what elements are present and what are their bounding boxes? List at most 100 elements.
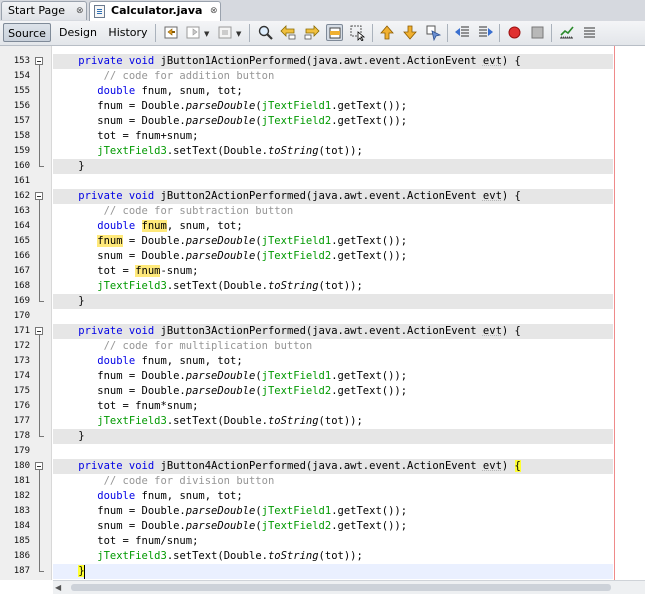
- line-number: 185: [13, 536, 30, 546]
- scroll-left-arrow-icon[interactable]: ◀: [55, 583, 61, 592]
- line-number: 162: [13, 191, 30, 201]
- code-line[interactable]: snum = Double.parseDouble(jTextField2.ge…: [53, 114, 613, 129]
- tab-calculator-java[interactable]: Calculator.java ⊗: [89, 1, 221, 22]
- previous-bookmark-icon[interactable]: [379, 24, 396, 41]
- code-line[interactable]: jTextField3.setText(Double.toString(tot)…: [53, 549, 613, 564]
- code-line[interactable]: private void jButton2ActionPerformed(jav…: [53, 189, 613, 204]
- line-number: 159: [13, 146, 30, 156]
- toolbar-separator: [499, 24, 500, 42]
- tab-start-page[interactable]: Start Page ⊗: [1, 1, 87, 20]
- toggle-bookmark-icon[interactable]: [425, 24, 442, 42]
- line-number: 155: [13, 86, 30, 96]
- line-number-gutter[interactable]: 153 154 155 156 157 158 159 160 161 162 163 164 165 1…: [0, 46, 52, 580]
- find-next-icon[interactable]: [303, 24, 320, 41]
- line-number: 157: [13, 116, 30, 126]
- fold-collapse-icon[interactable]: [35, 327, 43, 335]
- find-previous-icon[interactable]: [280, 24, 297, 41]
- editor-tab-bar: Start Page ⊗ Calculator.java ⊗: [0, 0, 645, 22]
- toolbar-separator: [249, 24, 250, 42]
- code-line[interactable]: double fnum, snum, tot;: [53, 219, 613, 234]
- forward-icon[interactable]: [185, 24, 202, 41]
- code-line[interactable]: [53, 174, 613, 189]
- history-view-button[interactable]: History: [105, 23, 151, 42]
- tab-start-page-label: Start Page: [8, 4, 65, 17]
- select-icon[interactable]: [349, 24, 366, 42]
- toolbar-separator: [551, 24, 552, 42]
- code-line[interactable]: double fnum, snum, tot;: [53, 84, 613, 99]
- code-line[interactable]: jTextField3.setText(Double.toString(tot)…: [53, 414, 613, 429]
- line-number: 170: [13, 311, 30, 321]
- code-line[interactable]: fnum = Double.parseDouble(jTextField1.ge…: [53, 504, 613, 519]
- code-line[interactable]: double fnum, snum, tot;: [53, 354, 613, 369]
- line-number: 163: [13, 206, 30, 216]
- horizontal-scroll-thumb[interactable]: [71, 584, 611, 591]
- horizontal-scrollbar[interactable]: ◀: [53, 580, 645, 594]
- next-bookmark-icon[interactable]: [402, 24, 419, 41]
- shift-right-icon[interactable]: [477, 24, 494, 41]
- fold-guide-line: [39, 200, 40, 296]
- fold-end-marker: [39, 431, 44, 437]
- code-line[interactable]: }: [53, 429, 613, 444]
- code-line[interactable]: }: [53, 294, 613, 309]
- fold-collapse-icon[interactable]: [35, 192, 43, 200]
- code-line[interactable]: fnum = Double.parseDouble(jTextField1.ge…: [53, 369, 613, 384]
- code-line[interactable]: private void jButton4ActionPerformed(jav…: [53, 459, 613, 474]
- toolbar-separator: [372, 24, 373, 42]
- line-number: 169: [13, 296, 30, 306]
- code-line[interactable]: jTextField3.setText(Double.toString(tot)…: [53, 279, 613, 294]
- line-number: 160: [13, 161, 30, 171]
- tab-calculator-java-close-icon[interactable]: ⊗: [210, 2, 218, 20]
- design-view-button[interactable]: Design: [55, 23, 101, 42]
- code-line[interactable]: }: [53, 564, 613, 579]
- toolbar-separator: [155, 24, 156, 42]
- code-line[interactable]: [53, 444, 613, 459]
- comment-icon[interactable]: [581, 24, 598, 41]
- record-macro-icon[interactable]: [506, 24, 523, 41]
- fold-collapse-icon[interactable]: [35, 57, 43, 65]
- code-line[interactable]: private void jButton3ActionPerformed(jav…: [53, 324, 613, 339]
- code-line[interactable]: fnum = Double.parseDouble(jTextField1.ge…: [53, 234, 613, 249]
- fold-end-marker: [39, 161, 44, 167]
- code-editor[interactable]: private void jButton1ActionPerformed(jav…: [53, 46, 645, 580]
- code-line[interactable]: // code for multiplication button: [53, 339, 613, 354]
- shift-left-icon[interactable]: [454, 24, 471, 41]
- stop-macro-icon[interactable]: [529, 24, 546, 41]
- code-line[interactable]: private void jButton1ActionPerformed(jav…: [53, 54, 613, 69]
- fold-collapse-icon[interactable]: [35, 462, 43, 470]
- history-icon[interactable]: [217, 24, 234, 41]
- history-dropdown-icon[interactable]: ▼: [236, 30, 241, 38]
- toggle-highlight-icon[interactable]: [326, 24, 343, 41]
- line-number: 154: [13, 71, 30, 81]
- source-view-button[interactable]: Source: [3, 23, 51, 42]
- line-number: 166: [13, 251, 30, 261]
- code-line[interactable]: tot = fnum+snum;: [53, 129, 613, 144]
- code-line[interactable]: tot = fnum*snum;: [53, 399, 613, 414]
- fold-guide-line: [39, 335, 40, 431]
- code-line[interactable]: snum = Double.parseDouble(jTextField2.ge…: [53, 249, 613, 264]
- code-line[interactable]: tot = fnum-snum;: [53, 264, 613, 279]
- line-number: 177: [13, 416, 30, 426]
- code-line[interactable]: // code for addition button: [53, 69, 613, 84]
- line-number: 184: [13, 521, 30, 531]
- java-file-icon: [94, 5, 105, 18]
- fold-guide-line: [39, 470, 40, 566]
- line-number: 179: [13, 446, 30, 456]
- code-line[interactable]: double fnum, snum, tot;: [53, 489, 613, 504]
- code-line[interactable]: snum = Double.parseDouble(jTextField2.ge…: [53, 384, 613, 399]
- fold-end-marker: [39, 296, 44, 302]
- line-number: 171: [13, 326, 30, 336]
- code-line[interactable]: }: [53, 159, 613, 174]
- code-line[interactable]: // code for division button: [53, 474, 613, 489]
- tab-start-page-close-icon[interactable]: ⊗: [76, 2, 84, 20]
- forward-dropdown-icon[interactable]: ▼: [204, 30, 209, 38]
- find-icon[interactable]: [257, 24, 274, 41]
- code-line[interactable]: // code for subtraction button: [53, 204, 613, 219]
- code-line[interactable]: jTextField3.setText(Double.toString(tot)…: [53, 144, 613, 159]
- chart-icon[interactable]: [558, 24, 575, 41]
- code-line[interactable]: tot = fnum/snum;: [53, 534, 613, 549]
- back-icon[interactable]: [163, 24, 180, 41]
- line-number: 186: [13, 551, 30, 561]
- code-line[interactable]: fnum = Double.parseDouble(jTextField1.ge…: [53, 99, 613, 114]
- code-line[interactable]: [53, 309, 613, 324]
- code-line[interactable]: snum = Double.parseDouble(jTextField2.ge…: [53, 519, 613, 534]
